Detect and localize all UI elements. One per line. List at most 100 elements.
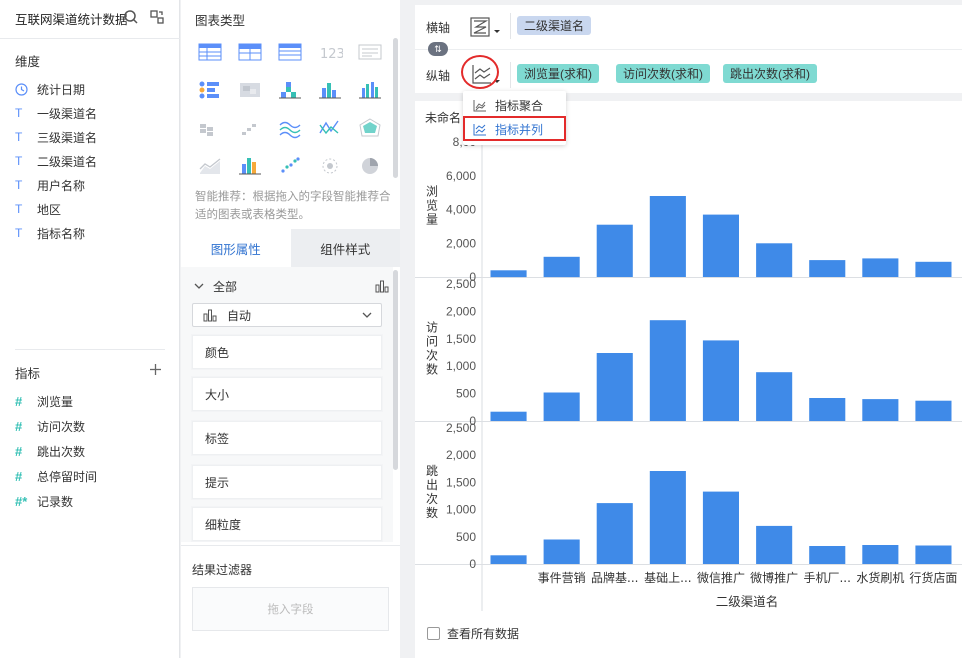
bar[interactable] bbox=[756, 243, 793, 278]
bar[interactable] bbox=[702, 340, 739, 421]
dimension-field[interactable]: 统计日期 bbox=[15, 79, 85, 99]
dimension-field[interactable]: T 一级渠道名 bbox=[15, 103, 97, 123]
bar[interactable] bbox=[649, 320, 686, 421]
bar[interactable] bbox=[490, 555, 527, 564]
kpi-number-icon[interactable]: 123 bbox=[317, 41, 343, 63]
bar[interactable] bbox=[915, 545, 952, 565]
filter-drop-zone[interactable]: 拖入字段 bbox=[192, 587, 389, 631]
y-field-pill-views[interactable]: 浏览量(求和) bbox=[517, 64, 599, 83]
y-field-pill-bounces[interactable]: 跳出次数(求和) bbox=[723, 64, 817, 83]
bar[interactable] bbox=[649, 471, 686, 564]
dataset-switch-icon[interactable] bbox=[149, 9, 165, 25]
metric-field[interactable]: # 跳出次数 bbox=[15, 441, 85, 461]
divider bbox=[510, 13, 511, 39]
metric-field[interactable]: #* 记录数 bbox=[15, 491, 73, 511]
bar[interactable] bbox=[809, 546, 846, 564]
x-tick-label: 行货店面 bbox=[909, 570, 957, 585]
bar[interactable] bbox=[915, 400, 952, 421]
x-tick-label: 水货刷机 bbox=[856, 570, 904, 585]
bar[interactable] bbox=[596, 224, 633, 277]
bar[interactable] bbox=[862, 258, 899, 277]
area-icon[interactable] bbox=[197, 155, 223, 177]
bar[interactable] bbox=[702, 491, 739, 564]
properties-scrollbar[interactable] bbox=[393, 270, 398, 470]
bar-icon[interactable] bbox=[317, 79, 343, 101]
metric-field[interactable]: # 访问次数 bbox=[15, 416, 85, 436]
checkbox-box[interactable] bbox=[427, 627, 440, 640]
dot-matrix-icon[interactable] bbox=[197, 79, 223, 101]
waterfall-icon[interactable] bbox=[197, 117, 223, 139]
table-icon[interactable] bbox=[197, 41, 223, 63]
x-tick-label: 品牌基... bbox=[591, 571, 638, 585]
bar[interactable] bbox=[915, 261, 952, 277]
property-row[interactable]: 标签 bbox=[192, 421, 382, 455]
bar[interactable] bbox=[862, 545, 899, 564]
menu-item-metric-aggregate[interactable]: 指标聚合 bbox=[471, 96, 543, 114]
x-tick-label: 事件营销 bbox=[538, 571, 586, 585]
bar[interactable] bbox=[756, 525, 793, 564]
grouped-bar-icon[interactable] bbox=[357, 79, 383, 101]
y-field-pill-visits[interactable]: 访问次数(求和) bbox=[616, 64, 710, 83]
property-row[interactable]: 颜色 bbox=[192, 335, 382, 369]
metric-field[interactable]: # 总停留时间 bbox=[15, 466, 97, 486]
text-type-icon: T bbox=[15, 226, 23, 240]
radar-icon[interactable] bbox=[357, 117, 383, 139]
bar[interactable] bbox=[809, 260, 846, 277]
detail-table-icon[interactable] bbox=[277, 41, 303, 63]
dimension-field[interactable]: T 三级渠道名 bbox=[15, 127, 97, 147]
bar[interactable] bbox=[543, 539, 580, 565]
dimension-field[interactable]: T 二级渠道名 bbox=[15, 151, 97, 171]
heatmap-icon[interactable] bbox=[237, 79, 263, 101]
cross-table-icon[interactable] bbox=[237, 41, 263, 63]
swap-axes-icon[interactable]: ⇅ bbox=[428, 42, 448, 56]
bubble-icon[interactable] bbox=[317, 155, 343, 177]
bar[interactable] bbox=[862, 399, 899, 421]
tab-graphic-properties[interactable]: 图形属性 bbox=[181, 229, 291, 267]
combo-line-icon[interactable] bbox=[317, 117, 343, 139]
property-row[interactable]: 大小 bbox=[192, 377, 382, 411]
bar[interactable] bbox=[649, 196, 686, 277]
aggregate-chart-icon bbox=[473, 99, 486, 111]
color-bar-icon[interactable] bbox=[237, 155, 263, 177]
dimension-field[interactable]: T 用户名称 bbox=[15, 175, 85, 195]
show-all-data-checkbox[interactable]: 查看所有数据 bbox=[427, 625, 519, 642]
bar[interactable] bbox=[809, 398, 846, 421]
bar[interactable] bbox=[543, 256, 580, 278]
y-tick-label: 1,500 bbox=[446, 475, 476, 489]
x-axis-chart-type-icon[interactable] bbox=[470, 16, 504, 38]
bar[interactable] bbox=[756, 372, 793, 421]
y-tick-label: 2,000 bbox=[446, 236, 476, 250]
bar[interactable] bbox=[596, 503, 633, 564]
tab-component-style[interactable]: 组件样式 bbox=[290, 229, 400, 267]
x-field-pill[interactable]: 二级渠道名 bbox=[517, 16, 592, 35]
bar[interactable] bbox=[490, 411, 527, 421]
bar[interactable] bbox=[490, 270, 527, 278]
scatter-step-icon[interactable] bbox=[237, 117, 263, 139]
chart-type-select[interactable]: 自动 bbox=[192, 303, 382, 327]
scatter-icon[interactable] bbox=[277, 155, 303, 177]
list-icon[interactable] bbox=[357, 41, 383, 63]
highlight-circle bbox=[461, 55, 499, 89]
bar[interactable] bbox=[702, 214, 739, 277]
metric-field[interactable]: # 浏览量 bbox=[15, 391, 73, 411]
dimension-field[interactable]: T 指标名称 bbox=[15, 223, 85, 243]
chart-type-scrollbar[interactable] bbox=[393, 38, 398, 178]
show-all-data-label: 查看所有数据 bbox=[447, 627, 520, 641]
line-icon[interactable] bbox=[277, 117, 303, 139]
property-row[interactable]: 提示 bbox=[192, 465, 382, 499]
add-metric-icon[interactable] bbox=[149, 363, 162, 376]
bar[interactable] bbox=[596, 353, 633, 421]
pie-icon[interactable] bbox=[357, 155, 383, 177]
menu-item-label: 指标聚合 bbox=[495, 98, 544, 113]
bar[interactable] bbox=[543, 392, 580, 422]
dimension-field[interactable]: T 地区 bbox=[15, 199, 61, 219]
search-icon[interactable] bbox=[123, 9, 139, 25]
all-properties-row[interactable]: 全部 bbox=[193, 276, 389, 296]
stacked-bar-icon[interactable] bbox=[277, 79, 303, 101]
hash-star-icon: #* bbox=[15, 493, 28, 509]
property-row[interactable]: 细粒度 bbox=[192, 507, 382, 541]
result-filter-title: 结果过滤器 bbox=[192, 563, 253, 577]
clock-icon bbox=[15, 82, 37, 96]
text-type-icon: T bbox=[15, 202, 23, 216]
highlight-box bbox=[463, 116, 566, 141]
